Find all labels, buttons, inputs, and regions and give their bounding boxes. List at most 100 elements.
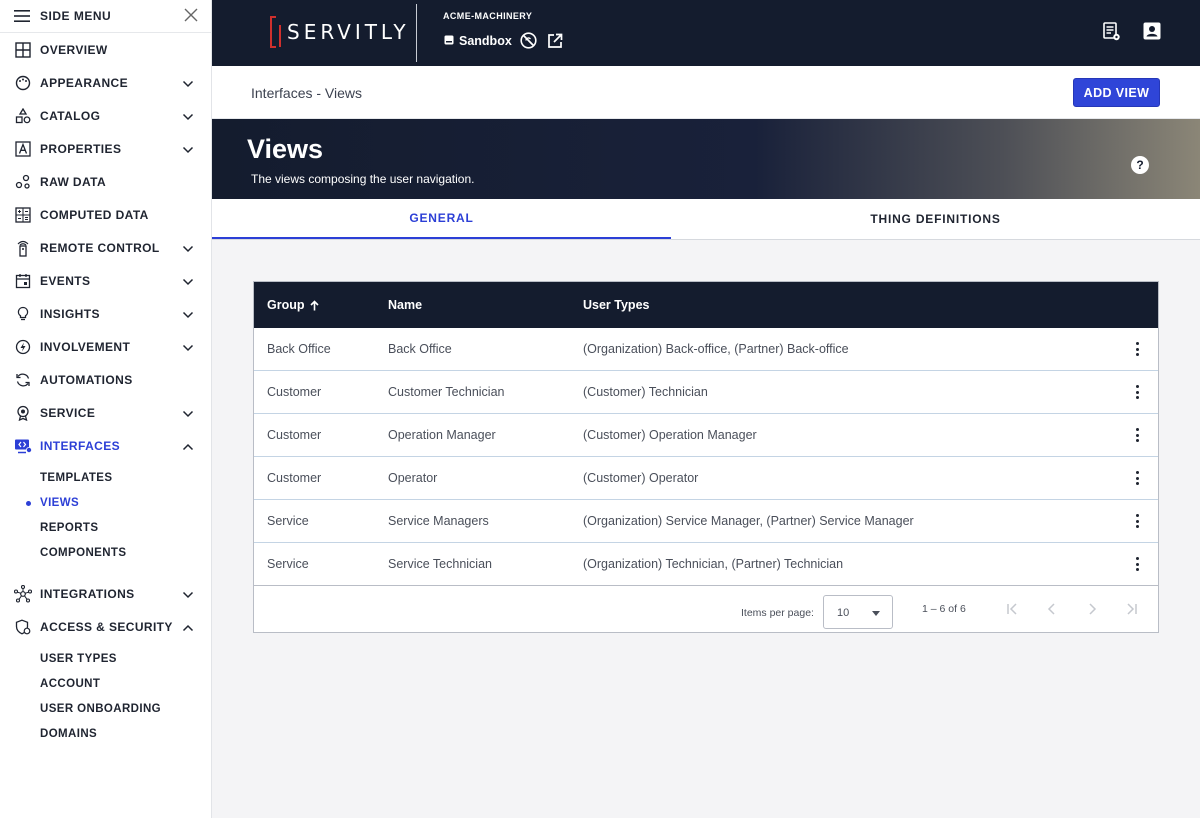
brand-logo[interactable]: SERVITLY	[270, 16, 410, 48]
last-page-icon[interactable]	[1122, 600, 1140, 618]
drive-icon	[444, 34, 454, 48]
calculator-icon	[14, 206, 32, 224]
open-external-icon[interactable]	[547, 33, 563, 49]
chevron-down-icon	[182, 273, 194, 291]
sidebar-item-appearance[interactable]: APPEARANCE	[0, 66, 211, 99]
table-row[interactable]: Customer Operator (Customer) Operator	[254, 457, 1158, 500]
environment-selector[interactable]: Sandbox	[444, 32, 563, 49]
data-points-icon	[14, 173, 32, 191]
column-header-group[interactable]: Group	[267, 298, 319, 312]
sidebar-item-label: AUTOMATIONS	[40, 372, 133, 387]
items-per-page-value: 10	[837, 607, 850, 619]
sidebar-subitem-user-onboarding[interactable]: USER ONBOARDING	[0, 696, 211, 721]
sidebar-item-overview[interactable]: OVERVIEW	[0, 33, 211, 66]
more-vert-icon[interactable]	[1133, 512, 1141, 530]
logo-bar	[279, 25, 281, 47]
sidebar-subitem-account[interactable]: ACCOUNT	[0, 671, 211, 696]
sidebar-item-access-security[interactable]: ACCESS & SECURITY	[0, 610, 211, 643]
more-vert-icon[interactable]	[1133, 383, 1141, 401]
sidebar-item-properties[interactable]: PROPERTIES	[0, 132, 211, 165]
table-row[interactable]: Service Service Technician (Organization…	[254, 543, 1158, 586]
cell-user-types: (Customer) Technician	[583, 385, 708, 399]
sidebar-item-label: REMOTE CONTROL	[40, 240, 160, 255]
chevron-down-icon	[182, 586, 194, 604]
cell-group: Service	[267, 557, 309, 571]
views-table: Group Name User Types Back Office Back O…	[253, 281, 1159, 633]
cell-name: Operation Manager	[388, 428, 496, 442]
cell-user-types: (Customer) Operation Manager	[583, 428, 757, 442]
notes-icon[interactable]	[1103, 22, 1121, 42]
items-per-page-select[interactable]: 10	[823, 595, 893, 629]
column-header-name[interactable]: Name	[388, 298, 422, 312]
previous-page-icon[interactable]	[1043, 600, 1061, 618]
table-row[interactable]: Service Service Managers (Organization) …	[254, 500, 1158, 543]
cell-name: Service Technician	[388, 557, 492, 571]
table-row[interactable]: Customer Customer Technician (Customer) …	[254, 371, 1158, 414]
table-row[interactable]: Back Office Back Office (Organization) B…	[254, 328, 1158, 371]
add-view-button[interactable]: ADD VIEW	[1073, 78, 1160, 107]
side-menu-header: SIDE MENU	[0, 0, 211, 33]
first-page-icon[interactable]	[1004, 600, 1022, 618]
cell-group: Back Office	[267, 342, 331, 356]
cell-user-types: (Organization) Service Manager, (Partner…	[583, 514, 914, 528]
more-vert-icon[interactable]	[1133, 555, 1141, 573]
help-icon[interactable]: ?	[1131, 156, 1149, 174]
calendar-icon	[14, 272, 32, 290]
sidebar-item-remote-control[interactable]: REMOTE CONTROL	[0, 231, 211, 264]
sidebar-subitem-views[interactable]: VIEWS	[0, 490, 211, 515]
sidebar-item-integrations[interactable]: INTEGRATIONS	[0, 577, 211, 610]
sidebar-item-interfaces[interactable]: INTERFACES	[0, 429, 211, 462]
sidebar-item-service[interactable]: SERVICE	[0, 396, 211, 429]
hamburger-icon[interactable]	[14, 10, 30, 22]
no-sync-icon[interactable]	[520, 32, 537, 49]
table-row[interactable]: Customer Operation Manager (Customer) Op…	[254, 414, 1158, 457]
sidebar-item-label: INVOLVEMENT	[40, 339, 131, 354]
sidebar-item-label: SERVICE	[40, 405, 96, 420]
more-vert-icon[interactable]	[1133, 469, 1141, 487]
column-header-user-types[interactable]: User Types	[583, 298, 649, 312]
security-submenu: USER TYPES ACCOUNT USER ONBOARDING DOMAI…	[0, 643, 211, 746]
letter-a-box-icon	[14, 140, 32, 158]
chevron-up-icon	[182, 438, 194, 456]
sidebar-subitem-domains[interactable]: DOMAINS	[0, 721, 211, 746]
sidebar-item-involvement[interactable]: INVOLVEMENT	[0, 330, 211, 363]
sidebar-subitem-components[interactable]: COMPONENTS	[0, 540, 211, 565]
cell-group: Customer	[267, 428, 322, 442]
chevron-down-icon	[182, 339, 194, 357]
sidebar-item-events[interactable]: EVENTS	[0, 264, 211, 297]
user-profile-icon[interactable]	[1143, 22, 1161, 40]
sidebar-item-label: APPEARANCE	[40, 75, 129, 90]
tab-thing-definitions[interactable]: THING DEFINITIONS	[671, 199, 1200, 239]
sidebar-subitem-reports[interactable]: REPORTS	[0, 515, 211, 540]
page-header-bar: Interfaces - Views ADD VIEW	[212, 66, 1200, 119]
close-icon[interactable]	[184, 8, 198, 27]
sidebar-item-raw-data[interactable]: RAW DATA	[0, 165, 211, 198]
sidebar-item-label: ACCESS & SECURITY	[40, 619, 173, 634]
next-page-icon[interactable]	[1083, 600, 1101, 618]
organization-name: ACME-MACHINERY	[443, 11, 533, 21]
sidebar-subitem-templates[interactable]: TEMPLATES	[0, 465, 211, 490]
tab-general[interactable]: GENERAL	[212, 199, 671, 239]
paginator: Items per page: 10 1 – 6 of 6	[254, 586, 1158, 633]
items-per-page-label: Items per page:	[741, 607, 814, 619]
sidebar-item-catalog[interactable]: CATALOG	[0, 99, 211, 132]
palette-icon	[14, 74, 32, 92]
logo-bracket	[270, 16, 276, 48]
sidebar-item-insights[interactable]: INSIGHTS	[0, 297, 211, 330]
current-indicator	[26, 501, 31, 506]
sync-icon	[14, 371, 32, 389]
more-vert-icon[interactable]	[1133, 340, 1141, 358]
sidebar-item-automations[interactable]: AUTOMATIONS	[0, 363, 211, 396]
more-vert-icon[interactable]	[1133, 426, 1141, 444]
cell-name: Operator	[388, 471, 438, 485]
side-menu: SIDE MENU OVERVIEW APPEARANCE CATALOG PR…	[0, 0, 212, 818]
cell-user-types: (Customer) Operator	[583, 471, 699, 485]
sidebar-item-label: INSIGHTS	[40, 306, 100, 321]
table-header: Group Name User Types	[254, 282, 1158, 328]
page-title: Views	[247, 134, 324, 164]
sidebar-item-computed-data[interactable]: COMPUTED DATA	[0, 198, 211, 231]
sidebar-subitem-label: VIEWS	[40, 496, 80, 509]
cell-group: Customer	[267, 471, 322, 485]
cell-group: Service	[267, 514, 309, 528]
sidebar-subitem-user-types[interactable]: USER TYPES	[0, 646, 211, 671]
